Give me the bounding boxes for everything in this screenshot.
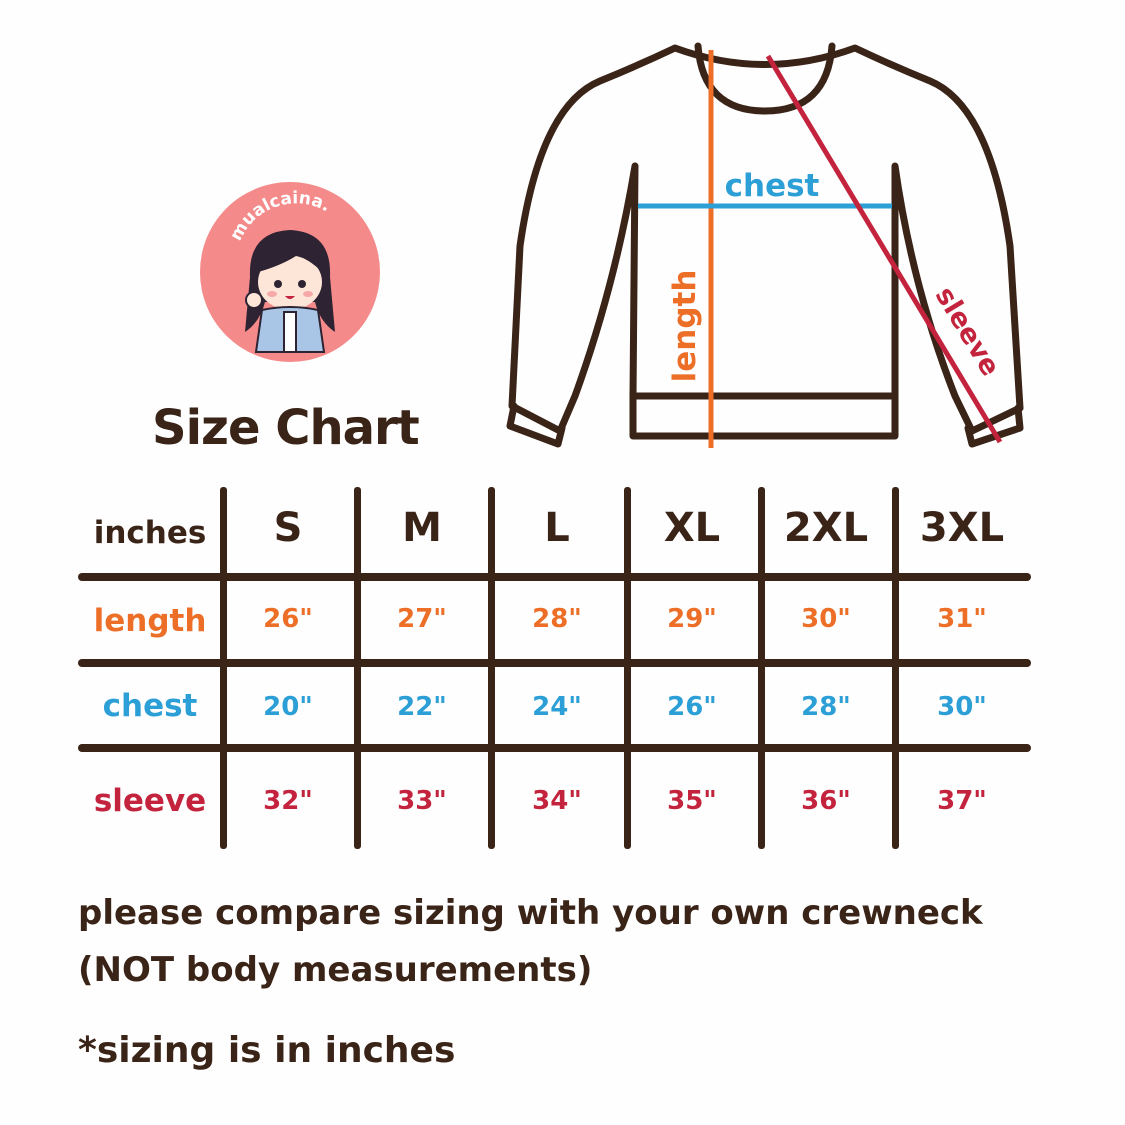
table-cell: 36" [801, 786, 851, 816]
size-header-s: S [273, 505, 303, 551]
table-cell: 33" [397, 786, 447, 816]
table-cell: 22" [397, 692, 447, 722]
table-cell: 20" [263, 692, 313, 722]
table-cell: 27" [397, 604, 447, 634]
table-cell: 31" [937, 604, 987, 634]
sweater-diagram: chest length sleeve [506, 42, 1024, 448]
sweater-collar [694, 42, 836, 115]
size-header-3xl: 3XL [919, 505, 1005, 551]
note-sizing-unit: *sizing is in inches [78, 1030, 456, 1071]
table-cell: 35" [667, 786, 717, 816]
row-label-sleeve: sleeve [93, 783, 207, 819]
unit-header: inches [93, 515, 207, 551]
sweater-outline [508, 44, 1024, 435]
table-cell: 26" [263, 604, 313, 634]
note-not-body-measurements: (NOT body measurements) [78, 950, 593, 990]
table-cell: 30" [801, 604, 851, 634]
page-title: Size Chart [152, 400, 420, 456]
size-header-m: M [402, 505, 442, 551]
table-cell: 37" [937, 786, 987, 816]
table-cell: 26" [667, 692, 717, 722]
sweater-hem [629, 392, 899, 440]
table-cell: 24" [532, 692, 582, 722]
table-cell: 28" [801, 692, 851, 722]
brand-logo: mualcaina. [200, 182, 380, 362]
table-cell: 29" [667, 604, 717, 634]
size-header-xl: XL [663, 505, 721, 551]
table-cell: 34" [532, 786, 582, 816]
chest-label: chest [725, 168, 820, 204]
note-compare-sizing: please compare sizing with your own crew… [78, 893, 983, 933]
size-header-l: L [544, 505, 570, 551]
table-cell: 30" [937, 692, 987, 722]
size-header-2xl: 2XL [783, 505, 869, 551]
length-label: length [667, 270, 703, 383]
table-cell: 28" [532, 604, 582, 634]
chibi-girl-avatar-icon: mualcaina. [226, 188, 335, 353]
row-label-length: length [93, 603, 207, 639]
row-label-chest: chest [102, 688, 198, 724]
table-cell: 32" [263, 786, 313, 816]
